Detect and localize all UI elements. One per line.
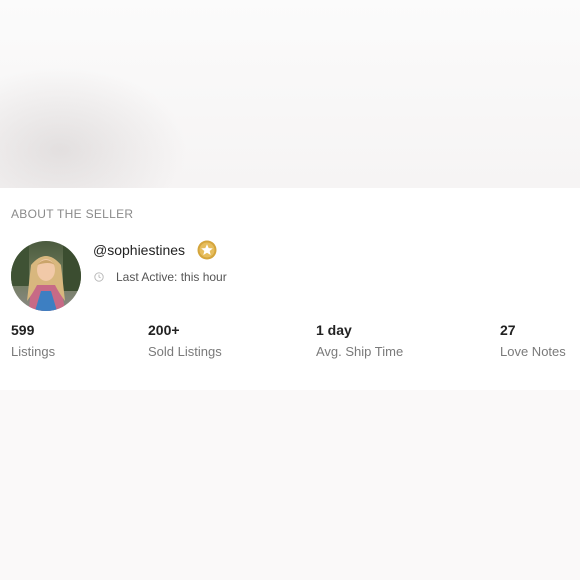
last-active-status: Last Active: this hour <box>94 270 227 284</box>
stat-listings[interactable]: 599 Listings <box>11 322 55 359</box>
stat-label: Sold Listings <box>148 344 222 359</box>
about-the-seller-card: ABOUT THE SELLER @sophiestines Last Acti… <box>0 188 580 390</box>
stat-value: 27 <box>500 322 516 338</box>
stat-value: 200+ <box>148 322 180 338</box>
stat-sold-listings[interactable]: 200+ Sold Listings <box>148 322 222 359</box>
clock-icon <box>94 272 104 282</box>
stat-avg-ship-time: 1 day Avg. Ship Time <box>316 322 403 359</box>
stat-label: Avg. Ship Time <box>316 344 404 359</box>
blurred-background-bottom <box>0 390 580 580</box>
last-active-text: Last Active: this hour <box>116 270 227 284</box>
section-title: ABOUT THE SELLER <box>11 207 134 221</box>
blurred-background-top <box>0 0 580 188</box>
stat-label: Love Notes <box>500 344 566 359</box>
stat-love-notes[interactable]: 27 Love Notes <box>500 322 566 359</box>
stat-value: 599 <box>11 322 35 338</box>
seller-username[interactable]: @sophiestines <box>93 242 185 258</box>
seller-avatar[interactable] <box>11 241 81 311</box>
stat-label: Listings <box>11 344 56 359</box>
stat-value: 1 day <box>316 322 352 338</box>
gold-star-badge-icon <box>197 240 217 260</box>
avatar-photo <box>11 241 81 311</box>
